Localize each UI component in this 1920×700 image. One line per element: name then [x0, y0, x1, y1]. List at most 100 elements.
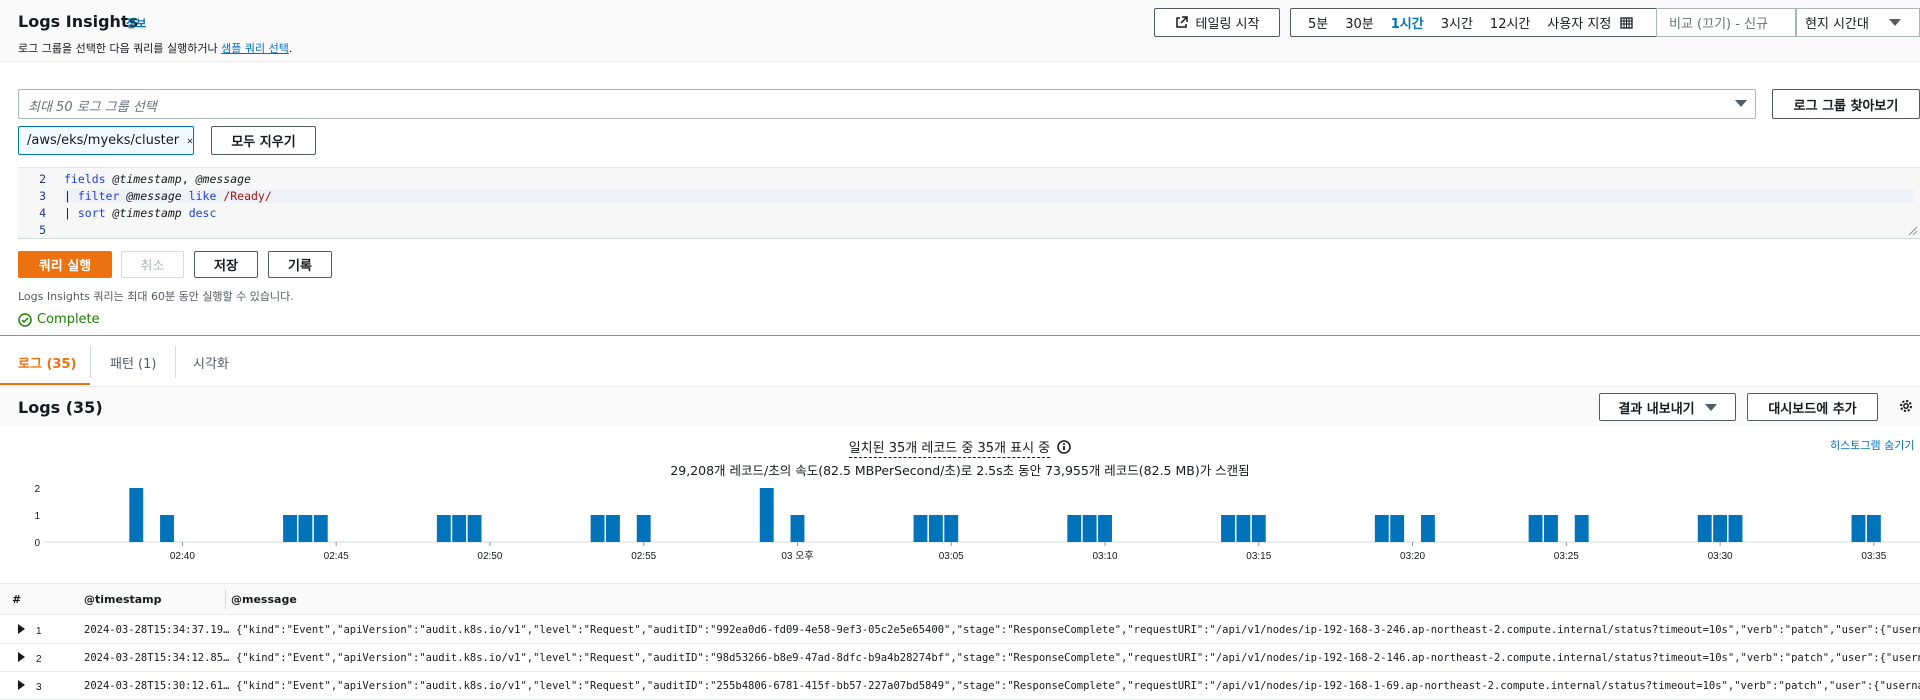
histogram-bar[interactable] — [1420, 515, 1435, 542]
table-row[interactable]: 3 2024-03-28T15:30:12.61… {"kind":"Event… — [0, 672, 1920, 700]
code-line: | sort @timestamp desc — [64, 206, 217, 220]
histogram-bar[interactable] — [129, 488, 144, 542]
add-to-dashboard-button[interactable]: 대시보드에 추가 — [1747, 393, 1878, 421]
browse-log-groups-button[interactable]: 로그 그룹 찾아보기 — [1772, 89, 1920, 119]
history-button[interactable]: 기록 — [268, 251, 332, 278]
histogram-bar[interactable] — [1574, 515, 1589, 542]
x-tick-label: 03:35 — [1861, 551, 1886, 562]
gear-icon[interactable] — [1898, 398, 1914, 414]
histogram-bar[interactable] — [1544, 515, 1558, 542]
y-tick-label: 1 — [34, 511, 40, 522]
time-option-1h[interactable]: 1시간 — [1391, 13, 1424, 32]
x-tick-label: 02:45 — [324, 551, 349, 562]
column-divider[interactable] — [225, 589, 226, 609]
logs-title: Logs (35) — [18, 398, 103, 417]
histogram-bar[interactable] — [1221, 515, 1235, 542]
code-line: fields @timestamp, @message — [64, 172, 251, 186]
start-tailing-button[interactable]: 테일링 시작 — [1154, 8, 1280, 37]
histogram-bar[interactable] — [1236, 515, 1251, 542]
chevron-down-icon — [1888, 19, 1901, 26]
save-button[interactable]: 저장 — [194, 251, 258, 278]
x-tick-label: 03 오후 — [781, 550, 813, 562]
compare-dropdown[interactable]: 비교 (끄기) - 신규 — [1656, 8, 1796, 37]
external-link-icon — [1175, 16, 1188, 28]
sample-query-link[interactable]: 샘플 쿼리 선택 — [221, 42, 289, 55]
timezone-dropdown[interactable]: 현지 시간대 — [1796, 8, 1920, 37]
histogram-bar[interactable] — [1098, 515, 1112, 542]
histogram-bar[interactable] — [590, 515, 605, 542]
start-tailing-label: 테일링 시작 — [1195, 17, 1260, 32]
histogram-bar[interactable] — [467, 515, 482, 542]
histogram-bar[interactable] — [313, 515, 328, 542]
info-icon[interactable] — [1057, 440, 1072, 454]
time-option-custom[interactable]: 사용자 지정 — [1547, 13, 1611, 32]
histogram-bar[interactable] — [606, 515, 620, 542]
tab-patterns[interactable]: 패턴 (1) — [110, 353, 156, 372]
row-index: 1 — [36, 626, 42, 637]
hide-histogram-link[interactable]: 히스토그램 숨기기 — [1830, 437, 1914, 453]
column-header-timestamp[interactable]: @timestamp — [84, 593, 162, 606]
table-row[interactable]: 1 2024-03-28T15:34:37.19… {"kind":"Event… — [0, 616, 1920, 644]
column-header-message[interactable]: @message — [231, 593, 297, 606]
line-number: 5 — [39, 223, 46, 237]
histogram-bar[interactable] — [1067, 515, 1082, 542]
row-message: {"kind":"Event","apiVersion":"audit.k8s.… — [236, 624, 1920, 636]
table-row[interactable]: 2 2024-03-28T15:34:12.85… {"kind":"Event… — [0, 644, 1920, 672]
histogram-bar[interactable] — [636, 515, 651, 542]
time-range-selector: 5분 30분 1시간 3시간 12시간 사용자 지정 — [1290, 8, 1660, 37]
histogram-bar[interactable] — [1851, 515, 1866, 542]
line-number: 3 — [39, 189, 46, 203]
log-group-placeholder: 최대 50 로그 그룹 선택 — [28, 100, 157, 115]
close-icon[interactable] — [187, 134, 193, 148]
x-tick-label: 03:15 — [1246, 551, 1271, 562]
histogram-bar[interactable] — [1528, 515, 1543, 542]
active-tab-indicator — [0, 383, 90, 385]
x-tick-label: 03:05 — [939, 551, 964, 562]
tab-visualization[interactable]: 시각화 — [193, 353, 229, 372]
histogram-bar[interactable] — [452, 515, 467, 542]
histogram-bar[interactable] — [283, 515, 297, 542]
tab-logs[interactable]: 로그 (35) — [18, 353, 76, 372]
run-query-button[interactable]: 쿼리 실행 — [18, 251, 112, 278]
row-timestamp: 2024-03-28T15:30:12.61… — [84, 680, 230, 692]
histogram-bar[interactable] — [944, 515, 959, 542]
histogram-bar[interactable] — [160, 515, 174, 542]
histogram-bar[interactable] — [928, 515, 943, 542]
time-option-30m[interactable]: 30분 — [1345, 13, 1374, 32]
export-results-button[interactable]: 결과 내보내기 — [1599, 393, 1736, 421]
cancel-button[interactable]: 취소 — [121, 251, 184, 278]
query-editor[interactable]: 2 3 4 5 fields @timestamp, @message | fi… — [18, 167, 1920, 239]
resize-handle-icon[interactable] — [1908, 226, 1918, 236]
match-summary: 일치된 35개 레코드 중 35개 표시 중 — [0, 437, 1920, 458]
expand-row-icon[interactable] — [18, 652, 25, 662]
log-group-select[interactable] — [18, 89, 1756, 119]
tab-divider — [175, 346, 176, 378]
histogram-bar[interactable] — [1082, 515, 1097, 542]
histogram-bar[interactable] — [298, 515, 313, 542]
row-message: {"kind":"Event","apiVersion":"audit.k8s.… — [236, 680, 1920, 692]
time-option-3h[interactable]: 3시간 — [1441, 13, 1473, 32]
time-option-5m[interactable]: 5분 — [1308, 13, 1328, 32]
histogram-bar[interactable] — [1713, 515, 1728, 542]
timezone-label: 현지 시간대 — [1805, 17, 1869, 32]
histogram-bar[interactable] — [1866, 515, 1881, 542]
histogram-bar[interactable] — [1390, 515, 1405, 542]
expand-row-icon[interactable] — [18, 624, 25, 634]
histogram-bar[interactable] — [1728, 515, 1743, 542]
histogram-bar[interactable] — [913, 515, 928, 542]
histogram-bar[interactable] — [1374, 515, 1389, 542]
histogram-bar[interactable] — [790, 515, 805, 542]
clear-all-button[interactable]: 모두 지우기 — [211, 126, 316, 155]
histogram-bar[interactable] — [436, 515, 451, 542]
time-option-12h[interactable]: 12시간 — [1490, 13, 1530, 32]
histogram-bar[interactable] — [1251, 515, 1266, 542]
calendar-icon[interactable] — [1620, 16, 1633, 29]
histogram-bar[interactable] — [759, 488, 774, 542]
info-link[interactable]: 정보 — [126, 15, 146, 31]
column-header-index[interactable]: # — [12, 593, 21, 606]
page-title: Logs Insights — [18, 12, 139, 31]
chevron-down-icon — [1735, 100, 1747, 107]
expand-row-icon[interactable] — [18, 680, 25, 690]
row-index: 3 — [36, 682, 42, 693]
histogram-bar[interactable] — [1697, 515, 1712, 542]
